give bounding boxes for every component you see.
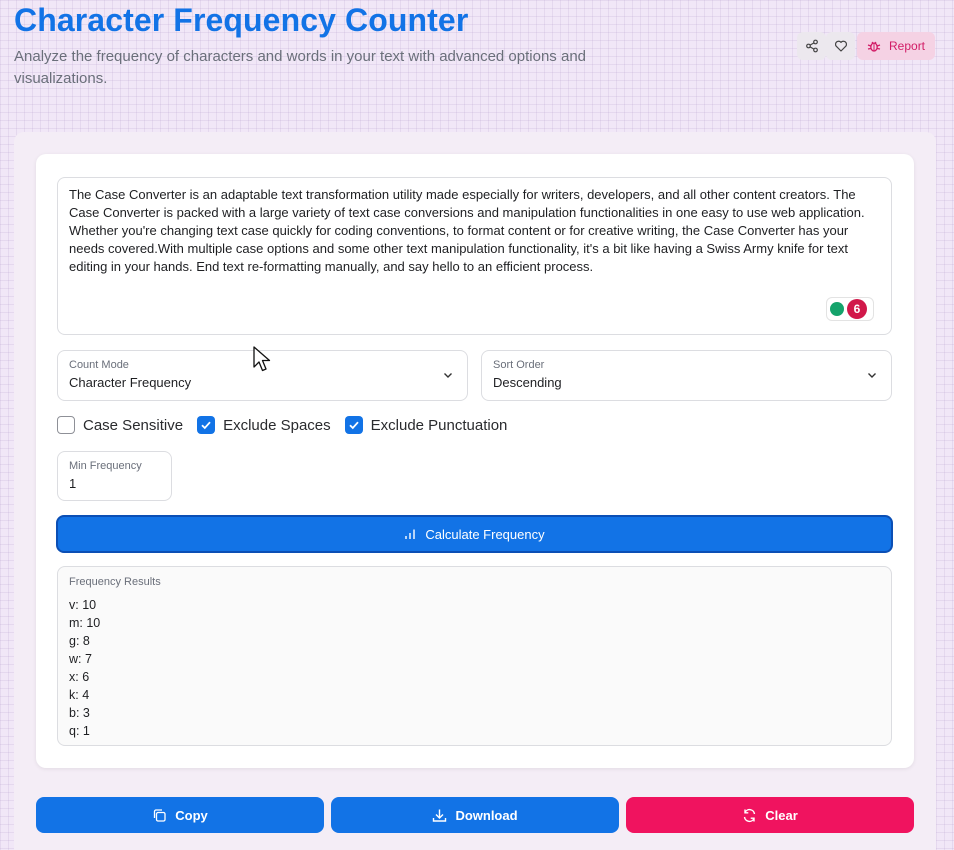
mouse-cursor-icon	[253, 346, 271, 372]
download-button[interactable]: Download	[331, 797, 619, 833]
exclude-punctuation-checkbox[interactable]: Exclude Punctuation	[344, 416, 508, 434]
result-line: x: 6	[69, 670, 90, 684]
text-input[interactable]: The Case Converter is an adaptable text …	[57, 177, 892, 335]
refresh-icon	[744, 808, 756, 822]
download-icon	[433, 809, 447, 822]
result-line: w: 7	[69, 652, 92, 666]
case-sensitive-checkbox[interactable]: Case Sensitive	[57, 416, 183, 434]
issue-count-badge: 6	[847, 299, 867, 319]
exclude-spaces-label: Exclude Spaces	[223, 416, 331, 434]
result-line: k: 4	[69, 688, 90, 702]
copy-icon	[154, 808, 166, 822]
checkbox-checked-icon	[197, 416, 216, 434]
page-subtitle: Analyze the frequency of characters and …	[14, 48, 586, 87]
sort-order-value: Descending	[493, 375, 562, 390]
exclude-spaces-checkbox[interactable]: Exclude Spaces	[197, 416, 331, 434]
favorite-button[interactable]	[826, 32, 855, 60]
options-row: Case Sensitive Exclude Spaces Exclude Pu…	[57, 416, 521, 434]
exclude-punctuation-label: Exclude Punctuation	[370, 416, 508, 434]
bar-chart-icon	[405, 529, 416, 539]
count-mode-value: Character Frequency	[69, 375, 192, 390]
report-button[interactable]: Report	[857, 32, 936, 60]
results-label: Frequency Results	[69, 576, 161, 588]
clear-button[interactable]: Clear	[626, 797, 914, 833]
lightbulb-icon	[830, 302, 844, 316]
checkbox-unchecked-icon	[57, 416, 75, 434]
share-icon	[805, 39, 818, 53]
report-label: Report	[889, 39, 926, 53]
min-frequency-label: Min Frequency	[69, 460, 142, 472]
header-actions: Report	[797, 32, 936, 60]
grammar-extension-badge[interactable]: 6	[826, 297, 874, 321]
heart-icon	[834, 40, 847, 52]
sort-order-label: Sort Order	[493, 359, 545, 371]
chevron-down-icon	[444, 373, 452, 378]
chevron-down-icon	[868, 373, 876, 378]
result-line: v: 10	[69, 598, 97, 612]
calculate-label: Calculate Frequency	[425, 526, 545, 542]
result-line: b: 3	[69, 706, 90, 720]
case-sensitive-label: Case Sensitive	[83, 416, 184, 434]
result-line: m: 10	[69, 616, 101, 630]
min-frequency-value: 1	[69, 476, 77, 491]
min-frequency-field[interactable]: Min Frequency 1	[57, 451, 172, 501]
clear-label: Clear	[765, 807, 798, 823]
sort-order-select[interactable]: Sort Order Descending	[481, 350, 892, 401]
frequency-results[interactable]: Frequency Results v: 10 m: 10 g: 8 w: 7 …	[57, 566, 892, 746]
page-title: Character Frequency Counter	[14, 2, 469, 38]
checkbox-checked-icon	[344, 416, 363, 434]
result-line: q: 1	[69, 724, 90, 738]
copy-button[interactable]: Copy	[36, 797, 324, 833]
bug-icon	[867, 41, 881, 52]
copy-label: Copy	[175, 807, 208, 823]
calculate-frequency-button[interactable]: Calculate Frequency	[56, 515, 893, 553]
share-button[interactable]	[797, 32, 826, 60]
download-label: Download	[455, 807, 518, 823]
result-line: g: 8	[69, 634, 90, 648]
